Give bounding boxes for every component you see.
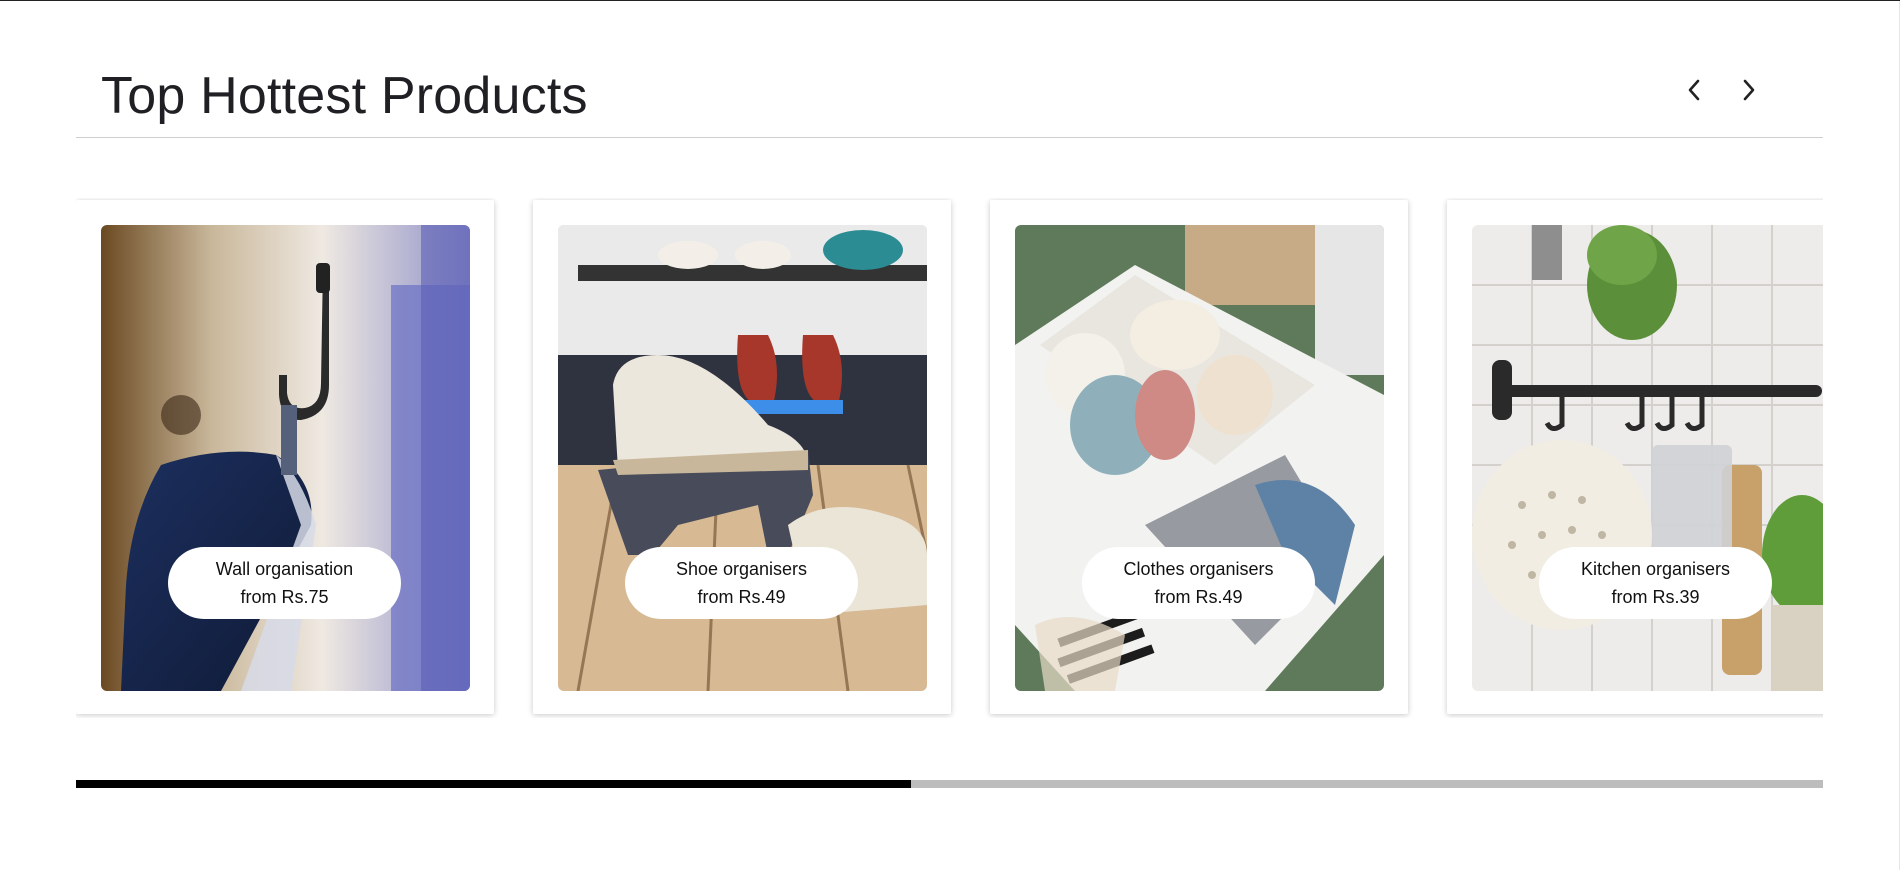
product-price: from Rs.49 xyxy=(1154,587,1243,607)
chevron-right-icon xyxy=(1743,79,1755,101)
product-name: Shoe organisers xyxy=(675,559,808,579)
product-card[interactable]: Shoe organisers from Rs.49 xyxy=(533,200,951,714)
product-label[interactable]: Clothes organisers from Rs.49 xyxy=(1082,547,1315,619)
section-title: Top Hottest Products xyxy=(101,67,588,125)
carousel-scrollbar[interactable] xyxy=(76,780,1823,788)
product-label[interactable]: Wall organisation from Rs.75 xyxy=(168,547,401,619)
product-card[interactable]: Wall organisation from Rs.75 xyxy=(76,200,494,714)
product-label[interactable]: Shoe organisers from Rs.49 xyxy=(625,547,858,619)
product-price: from Rs.75 xyxy=(240,587,329,607)
product-card[interactable]: Clothes organisers from Rs.49 xyxy=(990,200,1408,714)
product-label[interactable]: Kitchen organisers from Rs.39 xyxy=(1539,547,1772,619)
product-card[interactable]: Kitchen organisers from Rs.39 xyxy=(1447,200,1823,714)
product-image-shoe-organisers[interactable] xyxy=(558,225,927,691)
product-name: Wall organisation xyxy=(215,559,354,579)
carousel-scrollbar-thumb[interactable] xyxy=(76,780,912,788)
product-image-clothes-organisers[interactable] xyxy=(1015,225,1384,691)
product-price: from Rs.49 xyxy=(697,587,786,607)
product-image-wall-organisation[interactable] xyxy=(101,225,470,691)
section-header: Top Hottest Products xyxy=(76,0,1823,138)
product-price: from Rs.39 xyxy=(1611,587,1700,607)
product-name: Clothes organisers xyxy=(1123,559,1274,579)
product-name: Kitchen organisers xyxy=(1580,559,1731,579)
carousel-track: Wall organisation from Rs.75 Shoe organi… xyxy=(76,198,1823,718)
carousel-viewport: Wall organisation from Rs.75 Shoe organi… xyxy=(76,198,1823,718)
product-image-kitchen-organisers[interactable] xyxy=(1472,225,1823,691)
carousel-prev-button[interactable] xyxy=(1676,72,1712,108)
top-products-section: Top Hottest Products Wall organisation f… xyxy=(76,0,1823,870)
chevron-left-icon xyxy=(1688,79,1700,101)
carousel-next-button[interactable] xyxy=(1731,72,1767,108)
